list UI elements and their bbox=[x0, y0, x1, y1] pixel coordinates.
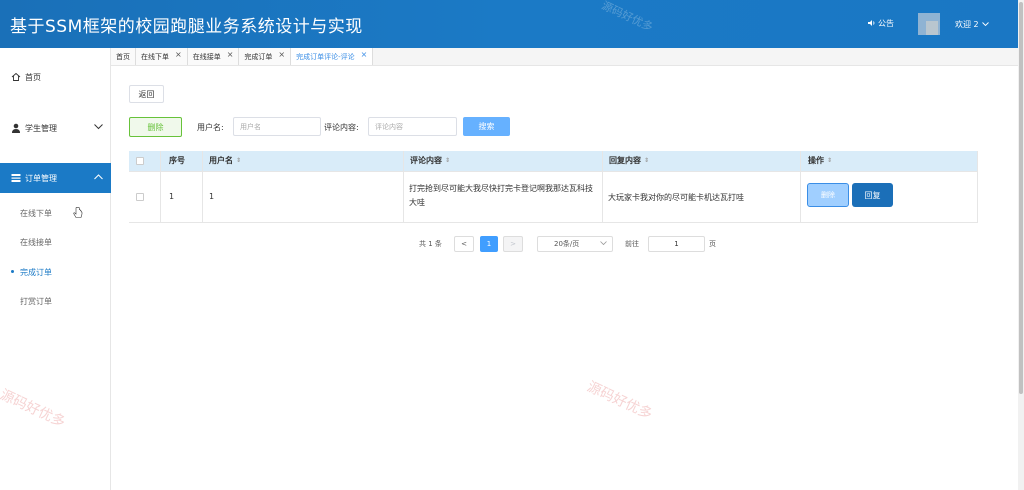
checkbox-box bbox=[136, 157, 144, 165]
prev-page-button[interactable]: < bbox=[454, 236, 474, 252]
sidebar-subitem-label: 在线接单 bbox=[20, 237, 52, 247]
sort-icon[interactable]: ⇕ bbox=[827, 158, 832, 164]
sidebar-item-home[interactable]: 首页 bbox=[0, 62, 111, 92]
page-number-current[interactable]: 1 bbox=[480, 236, 498, 252]
header-username[interactable]: 用户名 ⇕ bbox=[209, 155, 241, 166]
divider bbox=[129, 222, 977, 223]
app-header: 基于SSM框架的校园跑腿业务系统设计与实现 公告 欢迎 2 bbox=[0, 0, 1018, 48]
header-label: 操作 bbox=[808, 156, 824, 165]
list-icon bbox=[11, 173, 21, 183]
watermark: 源码好优多 bbox=[584, 378, 655, 423]
comment-label: 评论内容: bbox=[324, 123, 359, 132]
page-size-select[interactable]: 20条/页 bbox=[537, 236, 613, 252]
row-checkbox[interactable] bbox=[136, 193, 144, 201]
sidebar-subitem-reward[interactable]: 打赏订单 bbox=[0, 291, 111, 311]
divider bbox=[800, 151, 801, 223]
user-icon bbox=[11, 123, 21, 133]
sidebar-subitem-label: 打赏订单 bbox=[20, 296, 52, 306]
divider bbox=[202, 151, 203, 223]
tab-home[interactable]: 首页 bbox=[111, 48, 136, 65]
tab-label: 在线接单 bbox=[192, 52, 221, 61]
close-icon[interactable]: × bbox=[175, 50, 182, 59]
sidebar-item-label: 首页 bbox=[25, 72, 41, 82]
header-label: 用户名 bbox=[209, 156, 233, 165]
header-reply[interactable]: 回复内容 ⇕ bbox=[609, 155, 649, 166]
cell-comment: 打完抢到尽可能大我尽快打完卡登记啊我那达瓦科技大哇 bbox=[409, 184, 593, 207]
vertical-scrollbar[interactable] bbox=[1018, 0, 1024, 490]
row-reply-button[interactable]: 回复 bbox=[852, 183, 893, 207]
tab-completed-comment[interactable]: 完成订单评论-评论 × bbox=[291, 48, 374, 65]
username-input[interactable]: 用户名 bbox=[233, 117, 321, 136]
header-actions[interactable]: 操作 ⇕ bbox=[808, 155, 832, 166]
username-label: 用户名: bbox=[197, 123, 224, 132]
sidebar-item-label: 学生管理 bbox=[25, 123, 57, 133]
notice-label: 公告 bbox=[878, 19, 894, 28]
sidebar-item-label: 订单管理 bbox=[25, 173, 57, 183]
tab-completed[interactable]: 完成订单 × bbox=[239, 48, 292, 65]
sidebar-subitem-online-accept[interactable]: 在线接单 bbox=[0, 232, 111, 252]
user-menu[interactable]: 欢迎 2 bbox=[955, 19, 989, 30]
close-icon[interactable]: × bbox=[278, 50, 285, 59]
hand-cursor-icon bbox=[73, 207, 83, 221]
welcome-label: 欢迎 2 bbox=[955, 20, 979, 29]
header-index: 序号 bbox=[169, 156, 185, 165]
home-icon bbox=[11, 72, 21, 82]
divider bbox=[602, 151, 603, 223]
sidebar-subitem-completed[interactable]: 完成订单 bbox=[0, 262, 111, 282]
back-button[interactable]: 返回 bbox=[129, 85, 164, 103]
search-button[interactable]: 搜索 bbox=[463, 117, 510, 136]
divider bbox=[977, 151, 978, 223]
sidebar-subitem-label: 完成订单 bbox=[20, 267, 52, 277]
close-icon[interactable]: × bbox=[227, 50, 234, 59]
tab-online-order[interactable]: 在线下单 × bbox=[136, 48, 188, 65]
notice-link[interactable]: 公告 bbox=[868, 18, 894, 29]
chevron-up-icon bbox=[94, 173, 103, 182]
chevron-down-icon bbox=[600, 240, 607, 248]
table-header bbox=[129, 151, 977, 171]
pagination-total: 共 1 条 bbox=[419, 240, 442, 248]
sort-icon[interactable]: ⇕ bbox=[644, 158, 649, 164]
divider bbox=[403, 151, 404, 223]
header-label: 回复内容 bbox=[609, 156, 641, 165]
sidebar-item-student-mgmt[interactable]: 学生管理 bbox=[0, 113, 111, 143]
checkbox-box bbox=[136, 193, 144, 201]
sidebar-subitem-online-order[interactable]: 在线下单 bbox=[0, 203, 111, 223]
speaker-icon bbox=[868, 19, 876, 29]
goto-label: 前往 bbox=[625, 240, 639, 248]
row-delete-button[interactable]: 删除 bbox=[807, 183, 849, 207]
cell-username: 1 bbox=[209, 192, 215, 201]
delete-button[interactable]: 删除 bbox=[129, 117, 182, 137]
sort-icon[interactable]: ⇕ bbox=[445, 158, 450, 164]
divider bbox=[160, 151, 161, 223]
sidebar-subitem-label: 在线下单 bbox=[20, 208, 52, 218]
next-page-button[interactable]: > bbox=[503, 236, 523, 252]
scrollbar-thumb[interactable] bbox=[1019, 2, 1023, 394]
chevron-down-icon bbox=[981, 20, 989, 29]
tab-label: 在线下单 bbox=[141, 52, 169, 61]
cell-index: 1 bbox=[169, 192, 175, 201]
goto-page-input[interactable]: 1 bbox=[648, 236, 705, 252]
select-all-checkbox[interactable] bbox=[136, 157, 144, 165]
page-suffix-label: 页 bbox=[709, 240, 716, 248]
tab-label: 完成订单 bbox=[244, 52, 273, 61]
close-icon[interactable]: × bbox=[361, 50, 368, 59]
avatar-image bbox=[926, 21, 938, 35]
cell-reply: 大玩家卡我对你的尽可能卡机达瓦打哇 bbox=[608, 193, 744, 202]
divider bbox=[129, 171, 977, 172]
sort-icon[interactable]: ⇕ bbox=[236, 158, 241, 164]
app-title: 基于SSM框架的校园跑腿业务系统设计与实现 bbox=[10, 17, 363, 37]
header-comment[interactable]: 评论内容 ⇕ bbox=[410, 155, 450, 166]
tab-label: 完成订单评论-评论 bbox=[296, 52, 355, 61]
sidebar-item-order-mgmt[interactable]: 订单管理 bbox=[0, 163, 111, 193]
active-dot bbox=[11, 270, 14, 273]
tab-bar: 首页 在线下单 × 在线接单 × 完成订单 × 完成订单评论-评论 × bbox=[111, 48, 1018, 66]
page-size-value: 20条/页 bbox=[554, 240, 580, 248]
header-label: 评论内容 bbox=[410, 156, 442, 165]
comment-input[interactable]: 评论内容 bbox=[368, 117, 457, 136]
tab-label: 首页 bbox=[116, 52, 130, 61]
tab-online-accept[interactable]: 在线接单 × bbox=[187, 48, 240, 65]
chevron-down-icon bbox=[94, 123, 103, 132]
